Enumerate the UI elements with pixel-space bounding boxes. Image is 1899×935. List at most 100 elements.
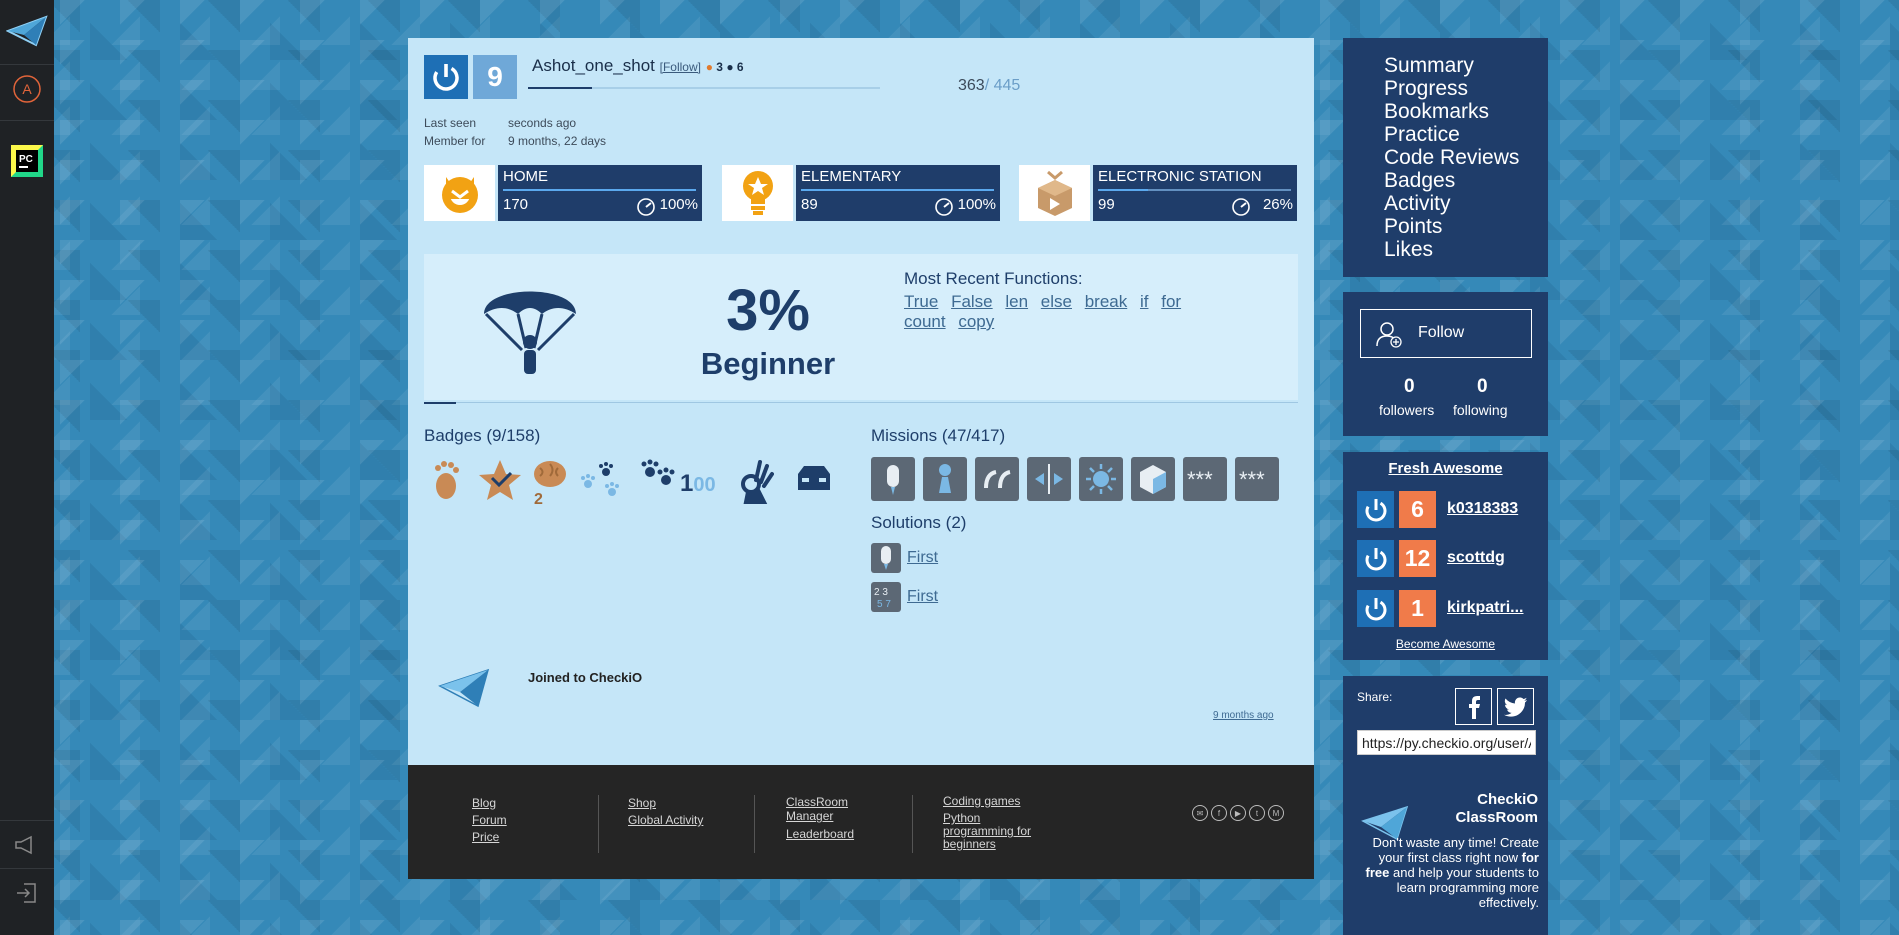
star-badge-icon[interactable]: [478, 458, 522, 507]
follow-box: Follow 0 followers 0 following: [1343, 292, 1548, 436]
hundred-badge[interactable]: 100: [680, 470, 716, 498]
menu-badges[interactable]: Badges: [1384, 169, 1455, 193]
function-link[interactable]: for: [1161, 292, 1181, 311]
awesome-level: 1: [1399, 590, 1436, 627]
member-for-label: Member for: [424, 134, 486, 148]
classroom-title: CheckiO ClassRoom: [1455, 791, 1538, 826]
youtube-icon[interactable]: ▶: [1230, 805, 1246, 821]
menu-practice[interactable]: Practice: [1384, 123, 1460, 147]
mission-sun-icon[interactable]: [1079, 457, 1123, 501]
level-progress: [528, 87, 880, 89]
function-link[interactable]: True: [904, 292, 938, 311]
email-icon[interactable]: ✉: [1192, 805, 1208, 821]
recent-functions-title: Most Recent Functions:: [904, 269, 1083, 288]
menu-activity[interactable]: Activity: [1384, 192, 1451, 216]
footer-link[interactable]: Shop: [628, 795, 703, 812]
footer-link[interactable]: Price: [472, 829, 507, 846]
follow-button-label: Follow: [1418, 324, 1465, 341]
solution-link[interactable]: First: [907, 588, 938, 606]
function-link[interactable]: else: [1041, 292, 1072, 311]
svg-text:***: ***: [1239, 469, 1265, 489]
share-box: Share:: [1343, 676, 1548, 786]
awesome-username[interactable]: k0318383: [1447, 500, 1518, 518]
mission-asterisks-icon[interactable]: ***: [1235, 457, 1279, 501]
footer-link[interactable]: Leaderboard: [786, 827, 866, 841]
station-name: HOME: [503, 168, 548, 185]
station-progress: [1098, 189, 1291, 191]
become-awesome-link[interactable]: Become Awesome: [1343, 637, 1548, 651]
footer-link[interactable]: Forum: [472, 812, 507, 829]
share-url-input[interactable]: [1357, 730, 1536, 755]
footprint-badge-icon[interactable]: [424, 458, 468, 507]
user-avatar[interactable]: [424, 55, 468, 99]
menu-progress[interactable]: Progress: [1384, 77, 1468, 101]
pycharm-icon[interactable]: PC: [0, 144, 54, 178]
profile-menu: Summary Progress Bookmarks Practice Code…: [1343, 38, 1548, 277]
facebook-share-icon[interactable]: [1455, 688, 1492, 725]
mission-split-icon[interactable]: [1027, 457, 1071, 501]
twitter-icon[interactable]: t: [1249, 805, 1265, 821]
megaphone-icon[interactable]: [0, 832, 54, 858]
footer-link[interactable]: Global Activity: [628, 812, 703, 829]
mission-cube-icon[interactable]: [1131, 457, 1175, 501]
last-seen-label: Last seen: [424, 116, 477, 130]
footer-col-1: Blog Forum Price: [472, 795, 507, 846]
solution-rocket-icon: [871, 543, 901, 573]
awesome-level: 12: [1399, 540, 1436, 577]
medium-icon[interactable]: M: [1268, 805, 1284, 821]
footer-link[interactable]: ClassRoom Manager: [786, 795, 866, 823]
user-a-icon[interactable]: A: [0, 72, 54, 106]
function-link[interactable]: len: [1005, 292, 1028, 311]
facebook-icon[interactable]: f: [1211, 805, 1227, 821]
mission-quote-icon[interactable]: [975, 457, 1019, 501]
brain-badge-icon[interactable]: 2: [528, 458, 572, 511]
user-meta: Last seen Member for seconds ago 9 month…: [424, 114, 606, 150]
station-name: ELEMENTARY: [801, 168, 902, 185]
svg-text:A: A: [22, 81, 32, 97]
checkio-logo-icon[interactable]: [0, 10, 54, 52]
fresh-awesome-title[interactable]: Fresh Awesome: [1343, 460, 1548, 477]
function-link[interactable]: copy: [958, 312, 994, 331]
paws-dark-badge-icon[interactable]: [638, 458, 678, 507]
activity-time-link[interactable]: 9 months ago: [1213, 710, 1274, 721]
checkio-activity-icon: [438, 668, 490, 708]
username: Ashot_one_shot: [532, 56, 655, 75]
follow-link[interactable]: [Follow]: [660, 60, 701, 74]
function-link[interactable]: if: [1140, 292, 1149, 311]
menu-summary[interactable]: Summary: [1384, 54, 1474, 78]
following-label[interactable]: following: [1453, 402, 1507, 418]
station-progress: [801, 189, 994, 191]
ok-hand-badge-icon[interactable]: [738, 458, 774, 509]
home-station-icon: [424, 165, 495, 221]
paws-light-badge-icon[interactable]: [578, 458, 632, 507]
solution-link[interactable]: First: [907, 549, 938, 567]
followers-label[interactable]: followers: [1379, 402, 1434, 418]
footer-link[interactable]: Coding games: [943, 795, 1053, 808]
function-link[interactable]: break: [1085, 292, 1128, 311]
follow-button[interactable]: Follow: [1360, 309, 1532, 358]
user-stats: ● 3 ● 6: [705, 60, 744, 74]
logout-icon[interactable]: [0, 880, 54, 906]
awesome-username[interactable]: scottdg: [1447, 549, 1505, 567]
station-percent: 26%: [1262, 196, 1293, 213]
twitter-share-icon[interactable]: [1497, 688, 1534, 725]
svg-text:***: ***: [1187, 469, 1213, 489]
function-link[interactable]: False: [951, 292, 993, 311]
inbox-badge-icon[interactable]: [792, 458, 836, 507]
footer-link[interactable]: Blog: [472, 795, 507, 812]
classroom-promo[interactable]: CheckiO ClassRoom Don't waste any time! …: [1343, 785, 1548, 935]
mission-pawn-icon[interactable]: [923, 457, 967, 501]
mission-rocket-icon[interactable]: [871, 457, 915, 501]
footer-link[interactable]: Python programming for beginners: [943, 812, 1053, 851]
awesome-username[interactable]: kirkpatri...: [1447, 599, 1523, 617]
rank-title: Beginner: [700, 346, 836, 381]
recent-functions-list: True False len else break if for count c…: [904, 292, 1234, 332]
function-link[interactable]: count: [904, 312, 946, 331]
menu-points[interactable]: Points: [1384, 215, 1442, 239]
menu-likes[interactable]: Likes: [1384, 238, 1433, 262]
menu-code-reviews[interactable]: Code Reviews: [1384, 146, 1519, 170]
mission-asterisks-icon[interactable]: ***: [1183, 457, 1227, 501]
menu-bookmarks[interactable]: Bookmarks: [1384, 100, 1489, 124]
power-icon: [433, 64, 459, 91]
fresh-awesome-box: Fresh Awesome 6 k0318383 12 scottdg 1 ki…: [1343, 452, 1548, 660]
